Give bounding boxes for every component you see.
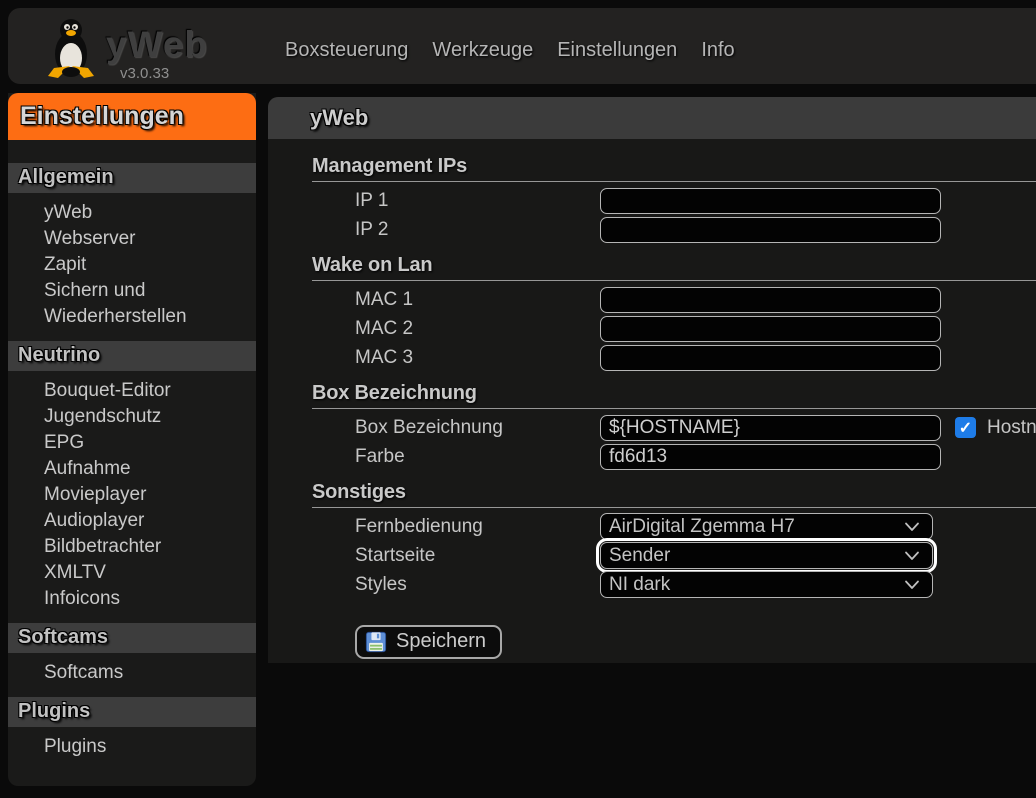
nav-item-werkzeuge[interactable]: Werkzeuge: [432, 39, 533, 62]
field-label: MAC 3: [355, 347, 600, 369]
form-row: IP 2: [312, 217, 1036, 242]
sidebar-item-infoicons[interactable]: Infoicons: [44, 586, 256, 612]
field-label: Farbe: [355, 446, 600, 468]
sidebar-section-items: Bouquet-EditorJugendschutzEPGAufnahmeMov…: [8, 371, 256, 623]
select-value: AirDigital Zgemma H7: [609, 516, 795, 538]
form-row: Fernbedienung AirDigital Zgemma H7: [312, 514, 1036, 539]
select-styles[interactable]: NI dark: [600, 571, 933, 598]
text-input-box-bezeichnung[interactable]: [600, 415, 941, 441]
field-label: Box Bezeichnung: [355, 417, 600, 439]
sidebar-section-neutrino: Neutrino: [8, 341, 256, 371]
text-input-mac-3[interactable]: [600, 345, 941, 371]
field-label: Styles: [355, 574, 600, 596]
field-label: IP 2: [355, 219, 600, 241]
sidebar-item-movieplayer[interactable]: Movieplayer: [44, 482, 256, 508]
form-section-title: Management IPs: [312, 155, 1036, 182]
sidebar-item-yweb[interactable]: yWeb: [44, 200, 256, 226]
sidebar-item-zapit[interactable]: Zapit: [44, 252, 256, 278]
tux-penguin-icon: [44, 16, 98, 85]
sidebar-title: Einstellungen: [8, 93, 256, 140]
nav-item-info[interactable]: Info: [701, 39, 734, 62]
app-version: v3.0.33: [120, 65, 169, 82]
save-button-label: Speichern: [396, 630, 486, 653]
field-label: IP 1: [355, 190, 600, 212]
form-row: Farbe: [312, 444, 1036, 469]
select-startseite[interactable]: Sender: [600, 542, 933, 569]
sidebar-item-bildbetrachter[interactable]: Bildbetrachter: [44, 534, 256, 560]
form-row: MAC 1: [312, 287, 1036, 312]
form-row: Startseite Sender: [312, 543, 1036, 568]
sidebar-section-allgemein: Allgemein: [8, 163, 256, 193]
sidebar-item-sichern-und-wiederherstellen[interactable]: Sichern und Wiederherstellen: [44, 278, 256, 330]
content-panel: yWeb Management IPs IP 1 IP 2 Wake on Lan MA…: [268, 97, 1036, 663]
form-section-title: Sonstiges: [312, 481, 1036, 508]
settings-sidebar: Einstellungen AllgemeinyWebWebserverZapi…: [8, 93, 256, 786]
form-row: Box Bezeichnung ✓ Hostname: [312, 415, 1036, 440]
text-input-mac-1[interactable]: [600, 287, 941, 313]
sidebar-section-items: yWebWebserverZapitSichern und Wiederhers…: [8, 193, 256, 341]
sidebar-section-items: Plugins: [8, 727, 256, 771]
sidebar-section-plugins: Plugins: [8, 697, 256, 727]
text-input-mac-2[interactable]: [600, 316, 941, 342]
main-nav: Boxsteuerung Werkzeuge Einstellungen Info: [285, 39, 735, 62]
sidebar-item-aufnahme[interactable]: Aufnahme: [44, 456, 256, 482]
field-label: Startseite: [355, 545, 600, 567]
floppy-disk-icon: [365, 631, 387, 653]
field-label: Fernbedienung: [355, 516, 600, 538]
chevron-down-icon: [904, 580, 920, 590]
sidebar-item-epg[interactable]: EPG: [44, 430, 256, 456]
hostname-checkbox-label: Hostname: [987, 417, 1036, 439]
sidebar-item-bouquet-editor[interactable]: Bouquet-Editor: [44, 378, 256, 404]
app-logo-text: yWeb: [106, 24, 208, 66]
nav-item-einstellungen[interactable]: Einstellungen: [557, 39, 677, 62]
field-label: MAC 1: [355, 289, 600, 311]
save-button[interactable]: Speichern: [355, 625, 502, 659]
sidebar-item-xmltv[interactable]: XMLTV: [44, 560, 256, 586]
sidebar-item-plugins[interactable]: Plugins: [44, 734, 256, 760]
sidebar-section-softcams: Softcams: [8, 623, 256, 653]
select-value: Sender: [609, 545, 670, 567]
form-row: IP 1: [312, 188, 1036, 213]
sidebar-item-jugendschutz[interactable]: Jugendschutz: [44, 404, 256, 430]
chevron-down-icon: [904, 522, 920, 532]
sidebar-item-softcams[interactable]: Softcams: [44, 660, 256, 686]
sidebar-section-items: Softcams: [8, 653, 256, 697]
text-input-farbe[interactable]: [600, 444, 941, 470]
hostname-checkbox[interactable]: ✓: [955, 417, 976, 438]
form-row: MAC 3: [312, 345, 1036, 370]
form-row: MAC 2: [312, 316, 1036, 341]
sidebar-item-webserver[interactable]: Webserver: [44, 226, 256, 252]
form-section-title: Wake on Lan: [312, 254, 1036, 281]
content-title: yWeb: [268, 97, 1036, 139]
nav-item-boxsteuerung[interactable]: Boxsteuerung: [285, 39, 408, 62]
form-row: Styles NI dark: [312, 572, 1036, 597]
text-input-ip-2[interactable]: [600, 217, 941, 243]
field-label: MAC 2: [355, 318, 600, 340]
chevron-down-icon: [904, 551, 920, 561]
form-section-title: Box Bezeichnung: [312, 382, 1036, 409]
top-bar: yWeb v3.0.33 Boxsteuerung Werkzeuge Einste…: [8, 8, 1036, 84]
select-value: NI dark: [609, 574, 670, 596]
sidebar-item-audioplayer[interactable]: Audioplayer: [44, 508, 256, 534]
sidebar-spacer: [8, 140, 256, 163]
text-input-ip-1[interactable]: [600, 188, 941, 214]
select-fernbedienung[interactable]: AirDigital Zgemma H7: [600, 513, 933, 540]
